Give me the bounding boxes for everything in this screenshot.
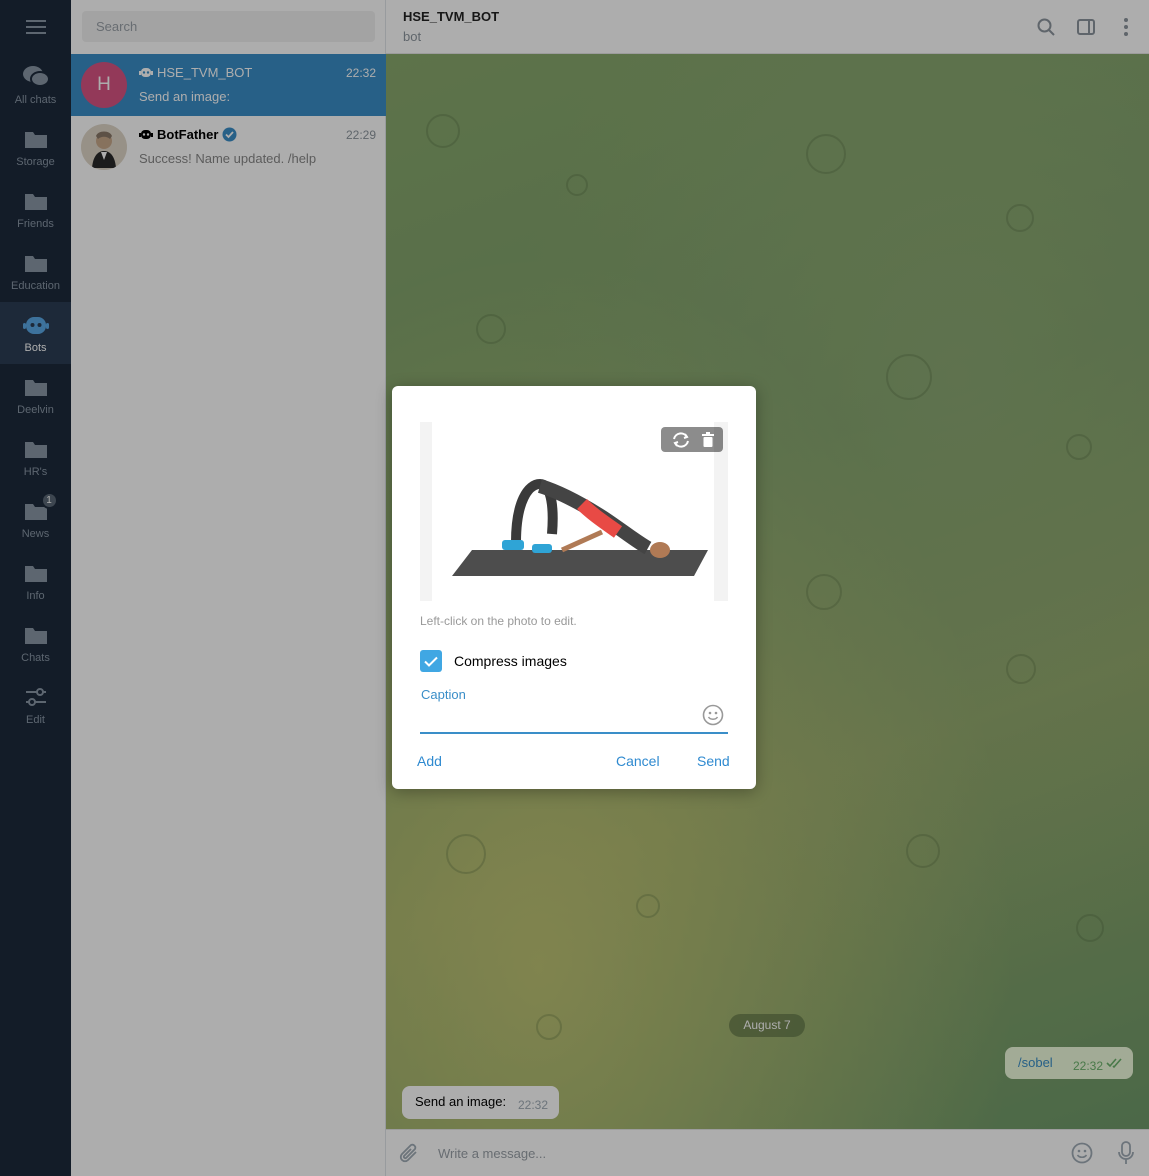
send-photo-dialog: Left-click on the photo to edit. Compres…: [392, 386, 756, 789]
replace-icon[interactable]: [671, 431, 691, 448]
emoji-icon[interactable]: [702, 704, 724, 729]
cancel-button[interactable]: Cancel: [616, 753, 660, 769]
photo-preview[interactable]: [420, 422, 728, 601]
check-icon: [424, 656, 438, 667]
caption-input[interactable]: [420, 704, 728, 734]
send-button[interactable]: Send: [697, 753, 730, 769]
caption-label: Caption: [421, 687, 466, 702]
edit-hint: Left-click on the photo to edit.: [420, 614, 577, 628]
photo-tools: [661, 427, 723, 452]
add-button[interactable]: Add: [417, 753, 442, 769]
compress-images-label[interactable]: Compress images: [454, 653, 567, 669]
compress-images-checkbox[interactable]: [420, 650, 442, 672]
delete-icon[interactable]: [701, 432, 714, 447]
